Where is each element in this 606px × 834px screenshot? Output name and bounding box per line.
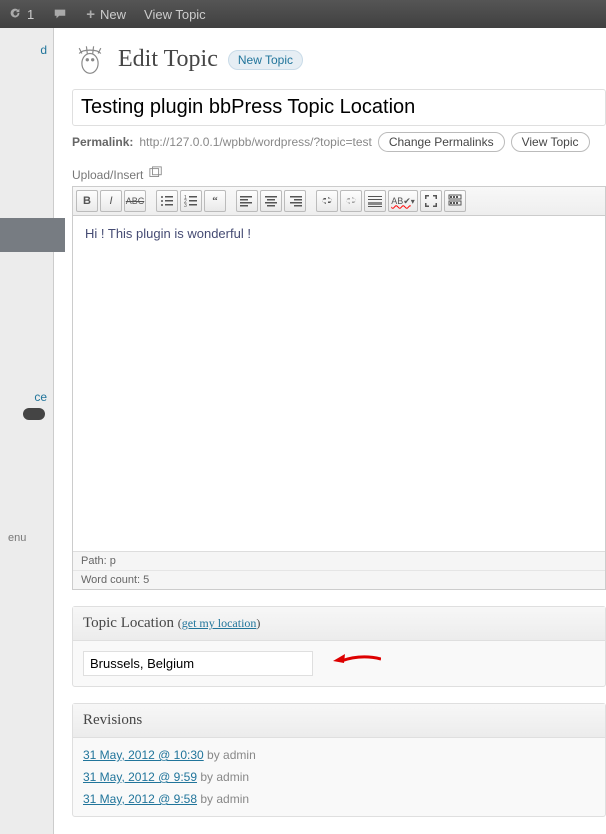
- main-content: Edit Topic New Topic Permalink: http://1…: [54, 28, 606, 834]
- location-input[interactable]: [83, 651, 313, 676]
- numbered-list-button[interactable]: 123: [180, 190, 202, 212]
- page-heading: Edit Topic New Topic: [72, 40, 606, 79]
- topic-location-box: Topic Location (get my location): [72, 606, 606, 687]
- revisions-box: Revisions 31 May, 2012 @ 10:30 by admin …: [72, 703, 606, 817]
- new-topic-button[interactable]: New Topic: [228, 50, 303, 70]
- active-menu-item[interactable]: [0, 218, 65, 252]
- bbpress-logo-icon: [72, 40, 108, 79]
- italic-button[interactable]: I: [100, 190, 122, 212]
- page-title: Edit Topic: [118, 46, 218, 73]
- editor-path: Path: p: [73, 551, 605, 570]
- strike-button[interactable]: ABC: [124, 190, 146, 212]
- permalink-url: http://127.0.0.1/wpbb/wordpress/?topic=t…: [139, 135, 371, 149]
- spellcheck-button[interactable]: AB✔▾: [388, 190, 418, 212]
- upload-label: Upload/Insert: [72, 168, 143, 182]
- align-right-button[interactable]: [284, 190, 306, 212]
- badge-icon: [23, 408, 45, 420]
- annotation-arrow-icon: [331, 649, 381, 676]
- view-topic-button[interactable]: View Topic: [511, 132, 590, 152]
- get-location-link[interactable]: get my location: [182, 616, 257, 630]
- admin-bar: 1 + New View Topic: [0, 0, 606, 28]
- comments-item[interactable]: [52, 7, 68, 21]
- kitchen-sink-button[interactable]: [444, 190, 466, 212]
- permalink-row: Permalink: http://127.0.0.1/wpbb/wordpre…: [72, 132, 606, 152]
- upload-insert[interactable]: Upload/Insert: [72, 166, 606, 183]
- content-editor: B I ABC 123 “ AB✔▾ Hi ! This plugin is: [72, 186, 606, 590]
- align-left-button[interactable]: [236, 190, 258, 212]
- link-button[interactable]: [316, 190, 338, 212]
- collapse-menu[interactable]: enu: [8, 532, 26, 544]
- editor-toolbar: B I ABC 123 “ AB✔▾: [73, 187, 605, 216]
- title-input[interactable]: [72, 89, 606, 126]
- admin-menu: d ce enu: [0, 28, 54, 834]
- media-icon: [149, 166, 163, 183]
- new-item[interactable]: + New: [86, 6, 126, 23]
- editor-body[interactable]: Hi ! This plugin is wonderful !: [73, 216, 605, 551]
- view-topic-label: View Topic: [144, 7, 206, 22]
- blockquote-button[interactable]: “: [204, 190, 226, 212]
- bold-button[interactable]: B: [76, 190, 98, 212]
- metabox-title: Topic Location (get my location): [73, 607, 605, 641]
- plus-icon: +: [86, 6, 95, 23]
- refresh-icon: [8, 6, 22, 23]
- svg-text:3: 3: [184, 203, 187, 208]
- new-label: New: [100, 7, 126, 22]
- view-topic-item[interactable]: View Topic: [144, 7, 206, 22]
- permalink-label: Permalink:: [72, 135, 133, 149]
- fullscreen-button[interactable]: [420, 190, 442, 212]
- refresh-count: 1: [27, 7, 34, 22]
- revision-link[interactable]: 31 May, 2012 @ 10:30: [83, 748, 204, 762]
- separator: [228, 190, 234, 212]
- unlink-button[interactable]: [340, 190, 362, 212]
- separator: [308, 190, 314, 212]
- revision-row: 31 May, 2012 @ 9:58 by admin: [83, 788, 595, 810]
- editor-wordcount: Word count: 5: [73, 570, 605, 589]
- revision-link[interactable]: 31 May, 2012 @ 9:59: [83, 770, 197, 784]
- insert-more-button[interactable]: [364, 190, 386, 212]
- bullet-list-button[interactable]: [156, 190, 178, 212]
- revision-link[interactable]: 31 May, 2012 @ 9:58: [83, 792, 197, 806]
- refresh-item[interactable]: 1: [8, 6, 34, 23]
- speech-bubble-icon: [52, 7, 68, 21]
- align-center-button[interactable]: [260, 190, 282, 212]
- revision-row: 31 May, 2012 @ 10:30 by admin: [83, 744, 595, 766]
- separator: [148, 190, 154, 212]
- menu-fragment[interactable]: d: [40, 43, 47, 57]
- menu-fragment[interactable]: ce: [34, 390, 47, 404]
- metabox-title: Revisions: [73, 704, 605, 738]
- revision-row: 31 May, 2012 @ 9:59 by admin: [83, 766, 595, 788]
- change-permalinks-button[interactable]: Change Permalinks: [378, 132, 505, 152]
